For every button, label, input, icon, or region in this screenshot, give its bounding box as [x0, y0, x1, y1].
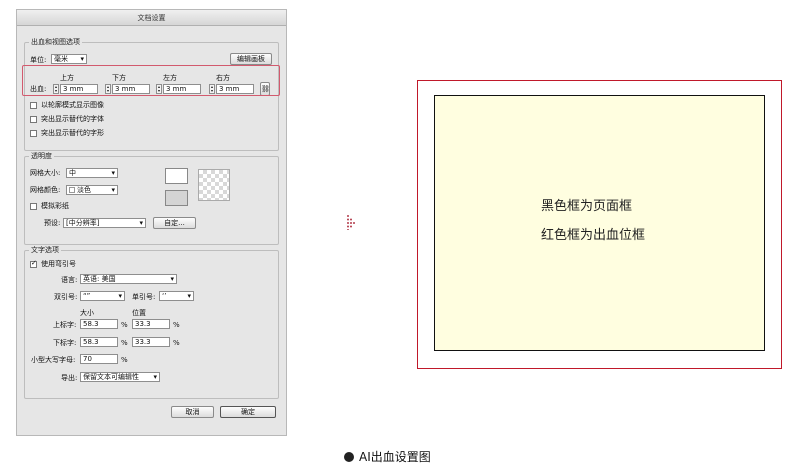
bullet-icon [344, 452, 354, 462]
cancel-button[interactable]: 取消 [171, 406, 214, 418]
grid-color-value: 淡色 [77, 186, 91, 194]
page-frame [434, 95, 765, 351]
ok-button[interactable]: 确定 [220, 406, 276, 418]
subscript-position-percent: % [173, 339, 180, 347]
superscript-position-percent: % [173, 321, 180, 329]
export-select[interactable]: 保留文本可编辑性 [80, 372, 160, 382]
double-quotes-label: 双引号: [54, 293, 78, 301]
unit-select-value: 毫米 [54, 55, 68, 63]
grid-color-swatch-gray[interactable] [165, 190, 188, 206]
grid-size-label: 网格大小: [30, 169, 61, 177]
highlight-glyphs-checkbox[interactable] [30, 130, 37, 137]
highlight-fonts-label: 突出显示替代的字体 [41, 115, 104, 123]
dialog-title: 文档设置 [17, 10, 286, 26]
double-quotes-select[interactable]: “” [80, 291, 125, 301]
grid-color-label: 网格颜色: [30, 186, 61, 194]
language-select[interactable]: 英语: 美国 [80, 274, 177, 284]
subscript-label: 下标字: [53, 339, 77, 347]
page-frame-label: 黑色框为页面框 [541, 199, 633, 214]
custom-preset-button[interactable]: 自定... [153, 217, 196, 229]
single-quotes-label: 单引号: [132, 293, 156, 301]
superscript-size-input[interactable]: 58.3 [80, 319, 118, 329]
bleed-highlight-frame [22, 65, 280, 96]
unit-label: 单位: [30, 56, 47, 64]
figure-caption: AI出血设置图 [344, 448, 431, 465]
language-label: 语言: [61, 276, 78, 284]
figure-caption-text: AI出血设置图 [359, 450, 431, 464]
position-header: 位置 [132, 309, 146, 317]
small-caps-label: 小型大写字母: [31, 356, 76, 364]
edit-artboard-button[interactable]: 编辑画板 [230, 53, 272, 65]
grid-color-select[interactable]: 淡色 [66, 185, 118, 195]
outline-mode-label: 以轮廓模式显示图像 [41, 101, 104, 109]
size-header: 大小 [80, 309, 94, 317]
export-label: 导出: [61, 374, 78, 382]
subscript-size-input[interactable]: 58.3 [80, 337, 118, 347]
bleed-frame-label: 红色框为出血位框 [541, 228, 646, 243]
transparency-legend: 透明度 [29, 152, 54, 161]
outline-mode-checkbox[interactable] [30, 102, 37, 109]
transparency-grid-preview [198, 169, 230, 201]
use-quotes-checkbox[interactable] [30, 259, 37, 268]
bleed-view-legend: 出血和视图选项 [29, 38, 82, 47]
small-caps-input[interactable]: 70 [80, 354, 118, 364]
unit-select[interactable]: 毫米 [51, 54, 87, 64]
superscript-label: 上标字: [53, 321, 77, 329]
highlight-fonts-checkbox[interactable] [30, 116, 37, 123]
type-options-legend: 文字选项 [29, 246, 61, 255]
grid-color-swatch-white[interactable] [165, 168, 188, 184]
subscript-size-percent: % [121, 339, 128, 347]
simulate-paper-label: 模拟彩纸 [41, 202, 69, 210]
small-caps-percent: % [121, 356, 128, 364]
grid-color-swatch [69, 187, 75, 193]
use-quotes-label: 使用弯引号 [41, 260, 76, 268]
subscript-position-input[interactable]: 33.3 [132, 337, 170, 347]
grid-size-select[interactable]: 中 [66, 168, 118, 178]
superscript-position-input[interactable]: 33.3 [132, 319, 170, 329]
superscript-size-percent: % [121, 321, 128, 329]
highlight-glyphs-label: 突出显示替代的字形 [41, 129, 104, 137]
preset-label: 预设: [44, 219, 61, 227]
arrow-dots-icon [347, 215, 355, 230]
preset-select[interactable]: [中分辨率] [63, 218, 146, 228]
single-quotes-select[interactable]: ‘’ [159, 291, 194, 301]
simulate-paper-checkbox[interactable] [30, 203, 37, 210]
